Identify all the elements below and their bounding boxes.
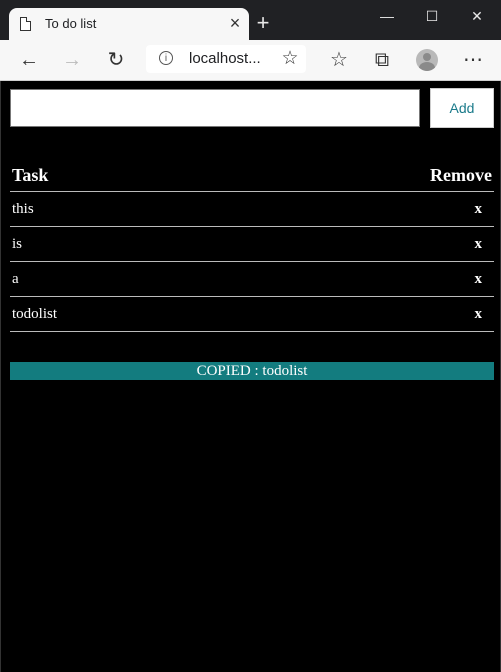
info-icon[interactable]: i <box>159 51 173 65</box>
remove-button[interactable]: x <box>216 191 494 227</box>
more-icon[interactable]: ⋯ <box>459 46 487 74</box>
header-task: Task <box>10 159 217 192</box>
tab-title: To do list <box>45 16 97 31</box>
table-row: todolist x <box>10 296 494 332</box>
forward-arrow-icon[interactable]: → <box>58 46 86 74</box>
address-bar[interactable]: i localhost... ☆ <box>146 45 306 73</box>
header-remove: Remove <box>216 159 494 192</box>
close-icon[interactable]: × <box>225 13 245 33</box>
browser-toolbar: ← → ↻ i localhost... ☆ ☆ ⧉ ⋯ <box>0 40 501 81</box>
table-row: is x <box>10 226 494 262</box>
task-text: todolist <box>10 296 217 332</box>
table-header: Task Remove <box>10 159 494 192</box>
browser-tab[interactable]: To do list × <box>9 8 249 40</box>
refresh-icon[interactable]: ↻ <box>102 46 130 74</box>
favorites-icon[interactable]: ☆ <box>325 46 353 74</box>
document-icon <box>20 17 31 31</box>
task-table: Task Remove this x is x a x todolist x <box>10 159 494 332</box>
page-content: Add Task Remove this x is x a x todolist <box>0 81 501 672</box>
star-icon[interactable]: ☆ <box>279 47 301 71</box>
avatar[interactable] <box>416 49 438 71</box>
add-button[interactable]: Add <box>430 88 494 128</box>
task-text: is <box>10 226 217 262</box>
table-row: this x <box>10 191 494 227</box>
task-text: a <box>10 261 217 297</box>
collections-icon[interactable]: ⧉ <box>368 46 396 74</box>
table-row: a x <box>10 261 494 297</box>
maximize-icon[interactable]: ☐ <box>414 4 450 28</box>
copied-status-bar: COPIED : todolist <box>10 362 494 380</box>
window-close-icon[interactable]: ✕ <box>459 4 495 28</box>
url-text[interactable]: localhost... <box>189 50 261 67</box>
task-input[interactable] <box>10 89 420 127</box>
remove-button[interactable]: x <box>216 226 494 262</box>
remove-button[interactable]: x <box>216 261 494 297</box>
minimize-icon[interactable]: — <box>369 4 405 28</box>
remove-button[interactable]: x <box>216 296 494 332</box>
back-arrow-icon[interactable]: ← <box>15 46 43 74</box>
task-text: this <box>10 191 217 227</box>
plus-icon[interactable]: + <box>252 12 274 34</box>
browser-titlebar: To do list × + — ☐ ✕ <box>0 0 501 40</box>
